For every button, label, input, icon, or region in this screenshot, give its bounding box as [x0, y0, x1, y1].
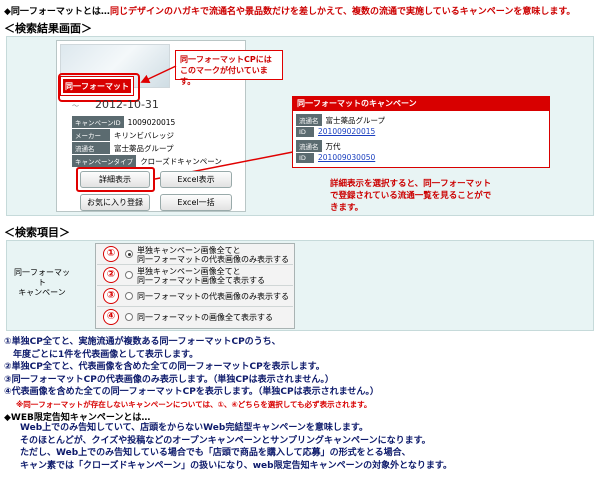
detail-value: 富士薬品グループ — [325, 116, 386, 125]
option-label: 同一フォーマットの代表画像のみ表示する — [137, 292, 289, 301]
meta-value: キリンビバレッジ — [114, 131, 174, 140]
web-limited-description: Web上でのみ告知していて、店頭をからないWeb完結型キャンペーンを意味します。… — [20, 422, 452, 472]
meta-row-campaign-id: キャンペーンID 1009020015 — [72, 116, 175, 129]
explanation-line: ④代表画像を含めた全ての同一フォーマットCPを表示します。（単独CPは表示されま… — [4, 387, 379, 397]
option-label-line: 単独キャンペーン画像全てと — [137, 246, 241, 255]
meta-value: クローズドキャンペーン — [140, 157, 222, 166]
filter-option-4[interactable]: ④ 同一フォーマットの画像全て表示する — [97, 308, 293, 328]
date-prefix: 〜 — [72, 102, 79, 110]
filter-option-2[interactable]: ② 単独キャンペーン画像全てと 同一フォーマット画像全て表示する — [97, 266, 293, 286]
note-line: きます。 — [330, 203, 364, 213]
search-items-heading: ＜検索項目＞ — [4, 226, 70, 239]
option-label-line: 同一フォーマットの代表画像のみ表示する — [137, 255, 289, 264]
option-label: 同一フォーマットの画像全て表示する — [137, 313, 273, 322]
option-label-line: 同一フォーマット画像全て表示する — [137, 276, 265, 285]
detail-view-button[interactable]: 詳細表示 — [80, 171, 150, 188]
detail-row-id: ID 201009030050 — [296, 153, 375, 163]
detail-label: ID — [296, 153, 314, 163]
option-label-line: 単独キャンペーン画像全てと — [137, 267, 241, 276]
campaign-end-date: 2012-10-31 — [95, 98, 159, 111]
detail-row-retailer: 流通名 富士薬品グループ — [296, 114, 385, 126]
meta-label: キャンペーンID — [72, 116, 124, 128]
meta-label: メーカー — [72, 129, 110, 141]
filter-label-line: ト — [38, 278, 46, 287]
meta-label: キャンペーンタイプ — [72, 155, 137, 167]
detail-box-title: 同一フォーマットのキャンペーン — [293, 97, 549, 111]
web-line: キャン素では「クローズドキャンペーン」の扱いになり、web限定告知キャンペーンの… — [20, 460, 452, 471]
web-line: そのほとんどが、クイズや投稿などのオープンキャンペーンとサンプリングキャンペーン… — [20, 435, 431, 446]
explanation-line: ①単独CP全てと、実施流通が複数ある同一フォーマットCPのうち、 — [4, 337, 281, 347]
option-number-badge: ② — [103, 267, 119, 283]
explanation-line: ②単独CP全てと、代表画像を含めた全ての同一フォーマットCPを表示します。 — [4, 362, 325, 372]
radio-button[interactable] — [125, 250, 133, 258]
radio-button[interactable] — [125, 271, 133, 279]
option-number-badge: ① — [103, 246, 119, 262]
filter-label-line: 同一フォーマッ — [14, 268, 70, 277]
explanation-line: 年度ごとに1件を代表画像として表示します。 — [4, 349, 199, 360]
meta-value: 富士薬品グループ — [114, 144, 174, 153]
radio-button[interactable] — [125, 313, 133, 321]
option-explanations: ①単独CP全てと、実施流通が複数ある同一フォーマットCPのうち、 年度ごとに1件… — [4, 336, 379, 411]
meta-row-retailer: 流通名 富士薬品グループ — [72, 142, 174, 155]
web-line: Web上でのみ告知していて、店頭をからないWeb完結型キャンペーンを意味します。 — [20, 423, 368, 433]
filter-option-3[interactable]: ③ 同一フォーマットの代表画像のみ表示する — [97, 287, 293, 307]
detail-label: 流通名 — [296, 140, 322, 152]
note-line: 詳細表示を選択すると、同一フォーマット — [330, 179, 492, 189]
campaign-date-row: 〜 2012-10-31 — [72, 98, 159, 111]
detail-row-retailer: 流通名 万代 — [296, 140, 341, 152]
detail-row-id: ID 201009020015 — [296, 127, 375, 137]
filter-label-line: キャンペーン — [18, 288, 66, 297]
filter-option-1[interactable]: ① 単独キャンペーン画像全てと 同一フォーマットの代表画像のみ表示する — [97, 245, 293, 265]
note-line: で登録されている流通一覧を見ることがで — [330, 191, 492, 201]
meta-value: 1009020015 — [127, 118, 176, 127]
meta-label: 流通名 — [72, 142, 110, 154]
meta-row-maker: メーカー キリンビバレッジ — [72, 129, 174, 142]
detail-label: 流通名 — [296, 114, 322, 126]
detail-view-note: 詳細表示を選択すると、同一フォーマット で登録されている流通一覧を見ることがで … — [330, 178, 491, 214]
web-line: ただし、Web上でのみ告知している場合でも「店頭で商品を購入して応募」の形式をと… — [20, 448, 411, 458]
detail-value: 万代 — [325, 142, 341, 151]
excel-view-button[interactable]: Excel表示 — [160, 171, 232, 188]
same-format-filter-label: 同一フォーマッ ト キャンペーン — [14, 268, 70, 298]
callout-arrow — [140, 65, 177, 84]
option-number-badge: ④ — [103, 309, 119, 325]
add-favorite-button[interactable]: お気に入り登録 — [80, 194, 150, 211]
explanation-line: ③同一フォーマットCPの代表画像のみ表示します。（単独CPは表示されません。） — [4, 374, 334, 385]
option-number-badge: ③ — [103, 288, 119, 304]
campaign-id-link[interactable]: 201009030050 — [318, 153, 375, 162]
radio-button[interactable] — [125, 292, 133, 300]
campaign-id-link[interactable]: 201009020015 — [318, 127, 375, 136]
option-label: 単独キャンペーン画像全てと 同一フォーマットの代表画像のみ表示する — [137, 246, 289, 264]
option-label: 単独キャンペーン画像全てと 同一フォーマット画像全て表示する — [137, 267, 265, 285]
detail-label: ID — [296, 127, 314, 137]
excel-bulk-button[interactable]: Excel一括 — [160, 194, 232, 211]
